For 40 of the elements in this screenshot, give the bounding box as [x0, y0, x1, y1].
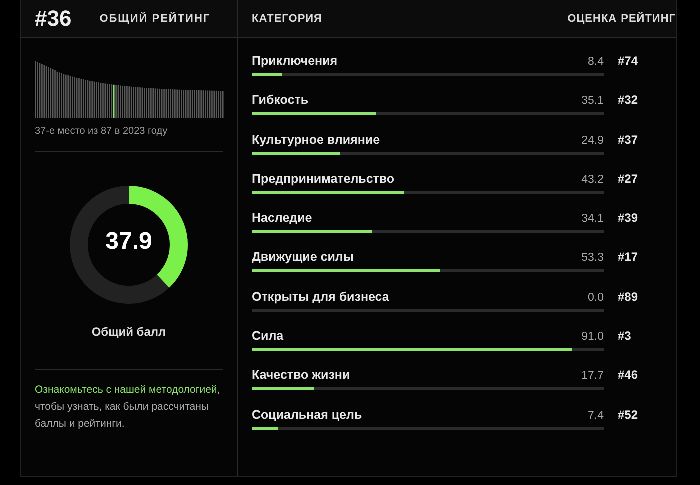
category-name: Приключения	[252, 54, 338, 68]
category-rank: #27	[618, 172, 640, 188]
category-name: Предпринимательство	[252, 172, 395, 186]
category-name: Наследие	[252, 211, 312, 226]
overall-rank-title: ОБЩИЙ РЕЙТИНГ	[100, 12, 211, 24]
category-name: Движущие силы	[252, 250, 354, 264]
category-rank: #17	[618, 250, 640, 266]
category-rank: #3	[618, 329, 632, 346]
category-name: Социальная цель	[252, 408, 362, 422]
category-rank: #39	[618, 211, 640, 228]
category-name: Сила	[252, 329, 284, 344]
category-score: 0.0	[588, 292, 604, 304]
column-header: ОЦЕНКА	[568, 12, 618, 24]
category-rank: #74	[618, 54, 640, 70]
methodology-link[interactable]: Ознакомьтесь с нашей методологией	[35, 384, 218, 396]
category-score: 43.2	[582, 174, 604, 186]
overall-rank: #36	[35, 6, 72, 32]
category-score: 35.1	[582, 95, 604, 108]
category-score: 34.1	[582, 213, 604, 226]
category-score: 8.4	[588, 56, 604, 68]
category-rank: #89	[618, 290, 640, 306]
category-score: 91.0	[582, 331, 604, 344]
category-score: 7.4	[588, 410, 604, 422]
category-rank: #52	[618, 408, 640, 424]
category-rank: #46	[618, 368, 640, 384]
category-score: 17.7	[582, 370, 604, 382]
score-label: Общий балл	[92, 325, 166, 339]
category-rank: #37	[618, 132, 640, 149]
category-name: Культурное влияние	[252, 132, 380, 147]
category-name: Качество жизни	[252, 368, 350, 382]
methodology-note: Ознакомьтесь с нашей методологией, чтобы узнать, как были рассчитаны баллы и рейтинги.	[35, 383, 222, 432]
category-score: 53.3	[582, 252, 604, 264]
category-name: Гибкость	[252, 93, 309, 108]
column-header: РЕЙТИНГ	[621, 12, 676, 24]
overall-score: 37.9	[104, 228, 154, 256]
category-rank: #32	[618, 93, 640, 110]
category-name: Открыты для бизнеса	[252, 290, 390, 304]
rank-caption: 37-е место из 87 в 2023 году	[35, 126, 223, 152]
category-score: 24.9	[582, 134, 604, 147]
column-header: КАТЕГОРИЯ	[252, 12, 324, 24]
